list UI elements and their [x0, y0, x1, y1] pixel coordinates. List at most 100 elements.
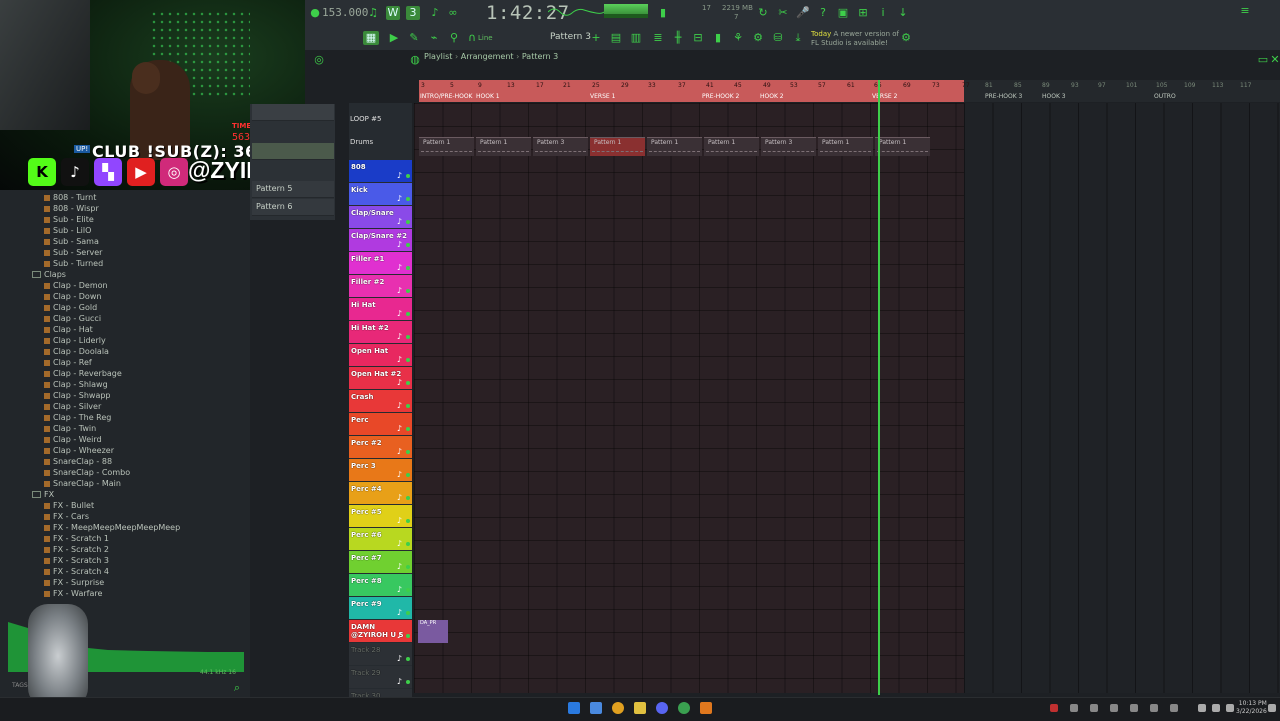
playlist-icon[interactable]: ▤ [609, 31, 623, 45]
play-arrow-icon[interactable]: ▶ [387, 31, 401, 45]
tools-icon[interactable]: ⚙ [751, 31, 765, 45]
add-pattern-icon[interactable]: + [589, 31, 603, 45]
browser-item[interactable]: Clap - Ref [44, 357, 92, 368]
track-enable-icon[interactable] [406, 496, 410, 500]
track-enable-icon[interactable] [406, 519, 410, 523]
browser-item[interactable]: Clap - Twin [44, 423, 96, 434]
track-header[interactable]: Filler #1 ♪ [349, 252, 412, 274]
tuner-icon[interactable]: ⚘ [731, 31, 745, 45]
tray-icon[interactable] [1150, 704, 1158, 712]
track-header[interactable]: Track 29 ♪ [349, 666, 412, 688]
track-enable-icon[interactable] [406, 312, 410, 316]
wait-icon[interactable]: W [386, 6, 400, 20]
task-view-icon[interactable] [590, 702, 602, 714]
track-header[interactable]: Open Hat ♪ [349, 344, 412, 366]
track-enable-icon[interactable] [406, 358, 410, 362]
news-panel[interactable]: Today A newer version of FL Studio is av… [811, 30, 901, 48]
mixer-icon[interactable]: ⊞ [856, 6, 870, 20]
browser-item[interactable]: Sub - Elite [44, 214, 94, 225]
tray-icon[interactable] [1130, 704, 1138, 712]
browser-item[interactable]: Clap - Gold [44, 302, 97, 313]
track-header[interactable]: Open Hat #2 ♪ [349, 367, 412, 389]
picker-item[interactable] [252, 143, 334, 160]
track-header[interactable]: Perc #2 ♪ [349, 436, 412, 458]
metronome-icon[interactable]: ♫ [366, 6, 380, 20]
pattern-clip[interactable]: Pattern 1 [647, 137, 702, 156]
arrangement-marker[interactable]: INTRO/PRE-HOOK [420, 93, 472, 100]
track-enable-icon[interactable] [406, 174, 410, 178]
search-icon[interactable]: ⌕ [230, 681, 244, 695]
pattern-clip[interactable]: Pattern 1 [818, 137, 873, 156]
track-enable-icon[interactable] [406, 611, 410, 615]
track-enable-icon[interactable] [406, 588, 410, 592]
browser-item[interactable]: 808 - Wispr [44, 203, 99, 214]
paint-icon[interactable]: ⌁ [427, 31, 441, 45]
track-header[interactable]: Perc ♪ [349, 413, 412, 435]
mixer-view-icon[interactable]: ╫ [671, 31, 685, 45]
track-enable-icon[interactable] [406, 542, 410, 546]
browser-item[interactable]: Clap - Wheezer [44, 445, 114, 456]
help-icon[interactable]: ? [816, 6, 830, 20]
track-header[interactable]: Clap/Snare #2 ♪ [349, 229, 412, 251]
browser-item[interactable]: 808 - Turnt [44, 192, 96, 203]
track-header[interactable]: Hi Hat ♪ [349, 298, 412, 320]
track-header[interactable]: Hi Hat #2 ♪ [349, 321, 412, 343]
track-header[interactable]: Track 28 ♪ [349, 643, 412, 665]
browser-item[interactable]: Clap - Weird [44, 434, 102, 445]
browser-item[interactable]: Clap - Shlawg [44, 379, 108, 390]
pattern-clip[interactable]: Pattern 1 [875, 137, 930, 156]
tray-icon[interactable] [1110, 704, 1118, 712]
picker-item-pattern-6[interactable]: Pattern 6 [252, 199, 334, 216]
track-header[interactable]: Crash ♪ [349, 390, 412, 412]
browser-item[interactable]: Clap - Gucci [44, 313, 101, 324]
undo-icon[interactable]: ↻ [756, 6, 770, 20]
browser-item[interactable]: FX - Cars [44, 511, 89, 522]
browser-item[interactable]: FX - Scratch 2 [44, 544, 109, 555]
magnet-icon[interactable]: ∩ [465, 31, 479, 45]
tray-icon[interactable] [1170, 704, 1178, 712]
chrome-icon[interactable] [612, 702, 624, 714]
track-enable-icon[interactable] [406, 634, 410, 638]
system-clock[interactable]: 10:13 PM 3/22/2026 [1236, 700, 1267, 716]
menu-icon[interactable]: ≡ [1238, 4, 1252, 18]
save-icon[interactable]: ▣ [836, 6, 850, 20]
playhead[interactable] [878, 80, 880, 695]
channel-rack-icon[interactable]: ≣ [651, 31, 665, 45]
arrangement-marker[interactable]: PRE-HOOK 2 [702, 93, 739, 100]
track-enable-icon[interactable] [406, 289, 410, 293]
wave-icon[interactable]: ◍ [408, 53, 422, 67]
browser-item[interactable]: Clap - Silver [44, 401, 101, 412]
arrangement-marker[interactable]: HOOK 2 [760, 93, 784, 100]
mic-icon[interactable]: 🎤 [796, 6, 810, 20]
track-header[interactable]: Perc #6 ♪ [349, 528, 412, 550]
picker-item[interactable] [252, 104, 334, 121]
browser-item[interactable]: Clap - Reverbage [44, 368, 122, 379]
browser-item[interactable]: Sub - Server [44, 247, 102, 258]
track-header[interactable]: Perc #7 ♪ [349, 551, 412, 573]
tempo-display[interactable]: 153.000 [322, 6, 368, 19]
snap-icon[interactable]: ▦ [363, 31, 379, 45]
track-enable-icon[interactable] [406, 266, 410, 270]
arrangement-marker[interactable]: PRE-HOOK 3 [985, 93, 1022, 100]
browser-icon-2[interactable] [678, 702, 690, 714]
track-enable-icon[interactable] [406, 565, 410, 569]
track-enable-icon[interactable] [406, 657, 410, 661]
notification-icon[interactable] [1268, 704, 1276, 712]
breadcrumb-playlist[interactable]: Playlist [424, 52, 452, 61]
browser-item[interactable]: Clap - Down [44, 291, 101, 302]
browser-item[interactable]: Sub - Sama [44, 236, 99, 247]
track-enable-icon[interactable] [406, 381, 410, 385]
export-icon[interactable]: ⤓ [791, 31, 805, 45]
close-icon[interactable]: ✕ [1268, 53, 1280, 67]
loop-track-label[interactable]: LOOP #5 [350, 115, 381, 123]
nav-icon[interactable]: ◎ [312, 53, 326, 67]
download-icon[interactable]: ↓ [896, 6, 910, 20]
browser-item[interactable]: SnareClap - Main [44, 478, 121, 489]
track-enable-icon[interactable] [406, 680, 410, 684]
tray-icon[interactable] [1050, 704, 1058, 712]
record-icon[interactable]: ⛁ [771, 31, 785, 45]
pattern-selector[interactable]: Pattern 3 [550, 32, 591, 42]
track-header[interactable]: Perc 3 ♪ [349, 459, 412, 481]
browser-item[interactable]: Clap - The Reg [44, 412, 111, 423]
loop-record-icon[interactable]: ∞ [446, 6, 460, 20]
